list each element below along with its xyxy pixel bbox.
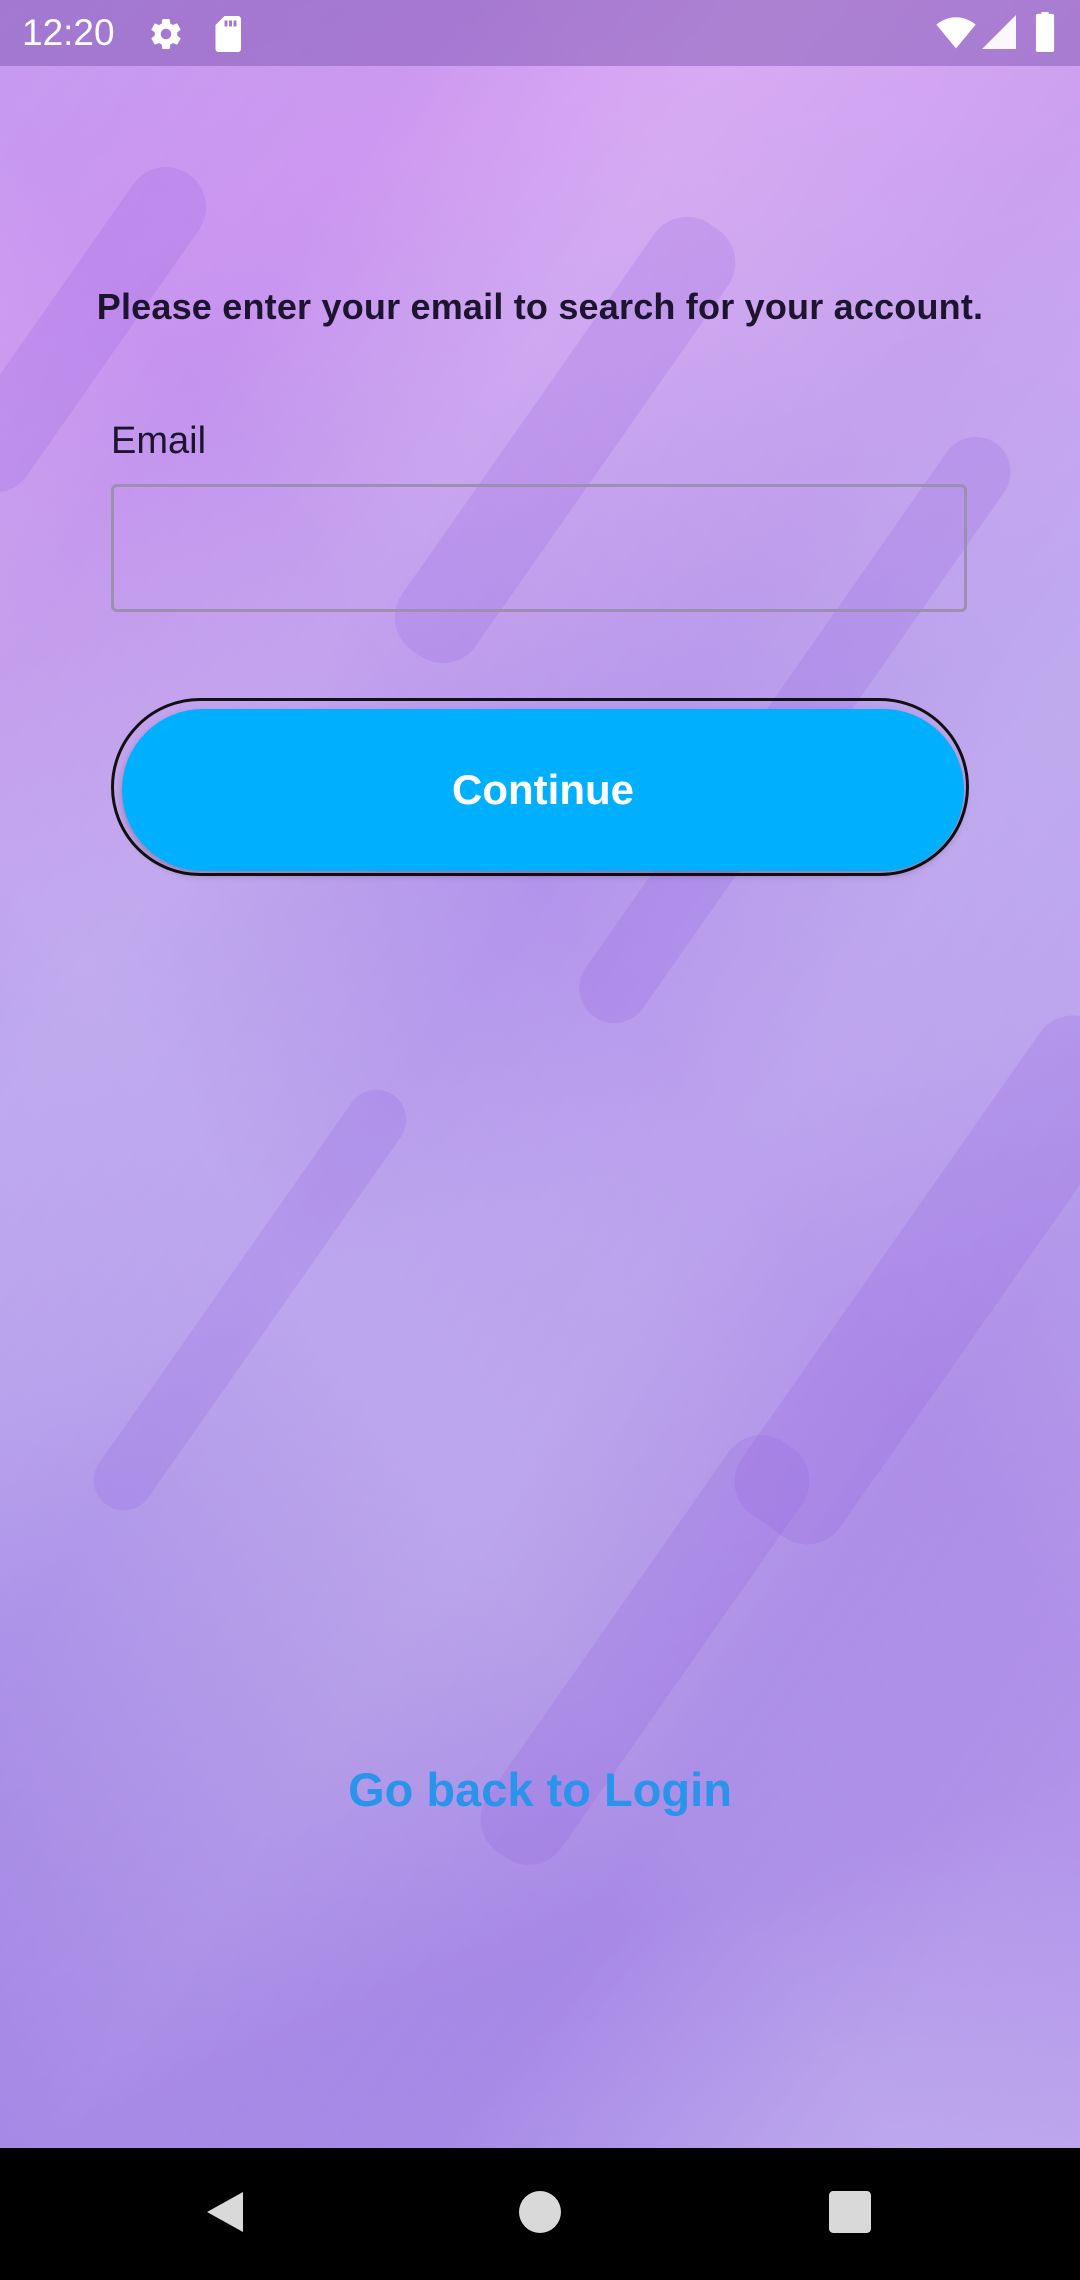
home-button[interactable] (470, 2148, 610, 2280)
sd-card-icon (214, 16, 244, 57)
back-icon (203, 2188, 247, 2241)
wifi-icon (936, 14, 976, 55)
navigation-bar (0, 2148, 1080, 2280)
instruction-text: Please enter your email to search for yo… (96, 286, 984, 327)
status-bar: 12:20 (0, 0, 1080, 66)
continue-button-label: Continue (122, 709, 964, 871)
status-time: 12:20 (22, 12, 115, 53)
back-button[interactable] (155, 2148, 295, 2280)
cellular-signal-icon (982, 14, 1016, 55)
recents-icon (829, 2190, 871, 2238)
recents-button[interactable] (780, 2148, 920, 2280)
battery-icon (1034, 12, 1056, 57)
email-field[interactable] (111, 484, 967, 612)
back-to-login-link[interactable]: Go back to Login (0, 1762, 1080, 1817)
continue-button[interactable]: Continue (111, 698, 969, 876)
gear-icon (148, 16, 184, 57)
email-label: Email (111, 420, 207, 462)
home-icon (519, 2190, 561, 2238)
